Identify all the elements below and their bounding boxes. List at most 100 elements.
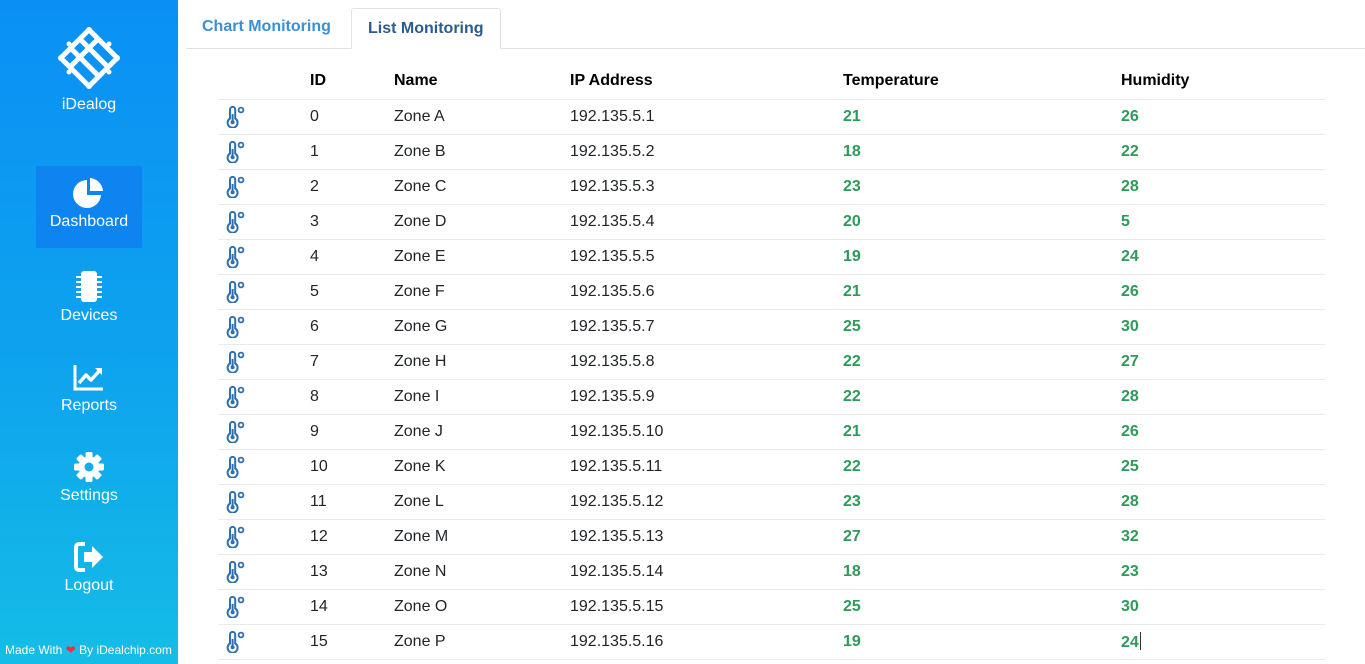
- cell-id: 6: [310, 308, 394, 344]
- gear-icon: [74, 452, 104, 482]
- cell-ip: 192.135.5.16: [570, 623, 843, 660]
- thermometer-icon: [226, 455, 245, 478]
- cell-id: 2: [310, 168, 394, 204]
- cell-id: 12: [310, 518, 394, 554]
- humidity-value: 26: [1121, 422, 1139, 440]
- cell-temperature: 22: [843, 343, 1121, 379]
- cell-name: Zone P: [394, 623, 570, 660]
- cell-humidity: 27: [1121, 343, 1325, 379]
- cell-id: 1: [310, 133, 394, 169]
- cell-ip: 192.135.5.15: [570, 588, 843, 624]
- cell-name: Zone L: [394, 483, 570, 519]
- brand[interactable]: iDealog: [0, 22, 178, 114]
- row-icon-cell: [218, 273, 310, 309]
- thermometer-icon: [226, 315, 245, 338]
- nav-item-dashboard[interactable]: Dashboard: [36, 166, 142, 248]
- humidity-value: 5: [1121, 212, 1130, 230]
- table-row[interactable]: 2 Zone C 192.135.5.3 23 28: [218, 168, 1325, 204]
- cell-temperature: 21: [843, 413, 1121, 449]
- table-row[interactable]: 3 Zone D 192.135.5.4 20 5: [218, 203, 1325, 239]
- row-icon-cell: [218, 343, 310, 379]
- table-row[interactable]: 13 Zone N 192.135.5.14 18 23: [218, 553, 1325, 589]
- nav-item-devices[interactable]: Devices: [36, 260, 142, 342]
- row-icon-cell: [218, 98, 310, 134]
- table-row[interactable]: 10 Zone K 192.135.5.11 22 25: [218, 448, 1325, 484]
- column-header-ip: IP Address: [570, 72, 653, 90]
- humidity-value: 26: [1121, 107, 1139, 125]
- tab-chart-monitoring[interactable]: Chart Monitoring: [186, 7, 347, 48]
- table-row[interactable]: 11 Zone L 192.135.5.12 23 28: [218, 483, 1325, 519]
- nav-label: Dashboard: [49, 213, 129, 230]
- thermometer-icon: [226, 490, 245, 513]
- row-icon-cell: [218, 238, 310, 274]
- cell-temperature: 19: [843, 623, 1121, 660]
- table-row[interactable]: 7 Zone H 192.135.5.8 22 27: [218, 343, 1325, 379]
- table-row[interactable]: 4 Zone E 192.135.5.5 19 24: [218, 238, 1325, 274]
- nav-label: Logout: [64, 577, 114, 594]
- row-icon-cell: [218, 448, 310, 484]
- nav-item-settings[interactable]: Settings: [36, 440, 142, 522]
- row-icon-cell: [218, 133, 310, 169]
- cell-temperature: 22: [843, 378, 1121, 414]
- thermometer-icon: [226, 630, 245, 653]
- table-row[interactable]: 5 Zone F 192.135.5.6 21 26: [218, 273, 1325, 309]
- cell-ip: 192.135.5.6: [570, 273, 843, 309]
- humidity-value: 23: [1121, 562, 1139, 580]
- nav-label: Reports: [60, 397, 118, 414]
- humidity-value: 24: [1121, 247, 1139, 265]
- cell-id: 10: [310, 448, 394, 484]
- tab-list-monitoring[interactable]: List Monitoring: [351, 8, 501, 49]
- humidity-value: 28: [1121, 387, 1139, 405]
- cell-ip: 192.135.5.9: [570, 378, 843, 414]
- humidity-value: 30: [1121, 317, 1139, 335]
- table-row[interactable]: 6 Zone G 192.135.5.7 25 30: [218, 308, 1325, 344]
- table-row[interactable]: 15 Zone P 192.135.5.16 19 24: [218, 623, 1325, 660]
- humidity-value: 27: [1121, 352, 1139, 370]
- thermometer-icon: [226, 140, 245, 163]
- cell-id: 5: [310, 273, 394, 309]
- table-row[interactable]: 12 Zone M 192.135.5.13 27 32: [218, 518, 1325, 554]
- cell-humidity: 28: [1121, 168, 1325, 204]
- cell-id: 13: [310, 553, 394, 589]
- table-row[interactable]: 8 Zone I 192.135.5.9 22 28: [218, 378, 1325, 414]
- table-row[interactable]: 9 Zone J 192.135.5.10 21 26: [218, 413, 1325, 449]
- humidity-value: 28: [1121, 492, 1139, 510]
- column-header-icon: [218, 64, 310, 99]
- table-row[interactable]: 1 Zone B 192.135.5.2 18 22: [218, 133, 1325, 169]
- cell-ip: 192.135.5.14: [570, 553, 843, 589]
- cell-name: Zone E: [394, 238, 570, 274]
- column-header-temperature: Temperature: [843, 72, 939, 90]
- row-icon-cell: [218, 553, 310, 589]
- cell-ip: 192.135.5.4: [570, 203, 843, 239]
- cell-id: 14: [310, 588, 394, 624]
- tab-bar: Chart Monitoring List Monitoring: [186, 0, 1365, 49]
- column-header-name: Name: [394, 72, 438, 90]
- cell-humidity: 24: [1121, 623, 1325, 660]
- nav-item-logout[interactable]: Logout: [36, 530, 142, 612]
- row-icon-cell: [218, 308, 310, 344]
- table-row[interactable]: 0 Zone A 192.135.5.1 21 26: [218, 98, 1325, 134]
- nav-label: Devices: [60, 307, 118, 324]
- cell-humidity: 28: [1121, 378, 1325, 414]
- pie-chart-icon: [73, 178, 103, 208]
- footer-prefix: Made With: [5, 643, 63, 657]
- cell-ip: 192.135.5.11: [570, 448, 843, 484]
- cell-humidity: 30: [1121, 308, 1325, 344]
- sidebar: iDealog Dashboard Devices Reports Settin…: [0, 0, 178, 664]
- cell-name: Zone I: [394, 378, 570, 414]
- cell-humidity: 22: [1121, 133, 1325, 169]
- cell-temperature: 23: [843, 483, 1121, 519]
- thermometer-icon: [226, 420, 245, 443]
- cell-name: Zone O: [394, 588, 570, 624]
- cell-ip: 192.135.5.10: [570, 413, 843, 449]
- cell-id: 0: [310, 98, 394, 134]
- table-row[interactable]: 14 Zone O 192.135.5.15 25 30: [218, 588, 1325, 624]
- footer-link[interactable]: iDealchip.com: [96, 643, 171, 657]
- cell-temperature: 25: [843, 308, 1121, 344]
- cell-temperature: 22: [843, 448, 1121, 484]
- made-with-footer: Made With ❤ By iDealchip.com: [5, 643, 172, 657]
- nav-item-reports[interactable]: Reports: [36, 350, 142, 432]
- humidity-value: 25: [1121, 457, 1139, 475]
- row-icon-cell: [218, 623, 310, 660]
- cell-ip: 192.135.5.5: [570, 238, 843, 274]
